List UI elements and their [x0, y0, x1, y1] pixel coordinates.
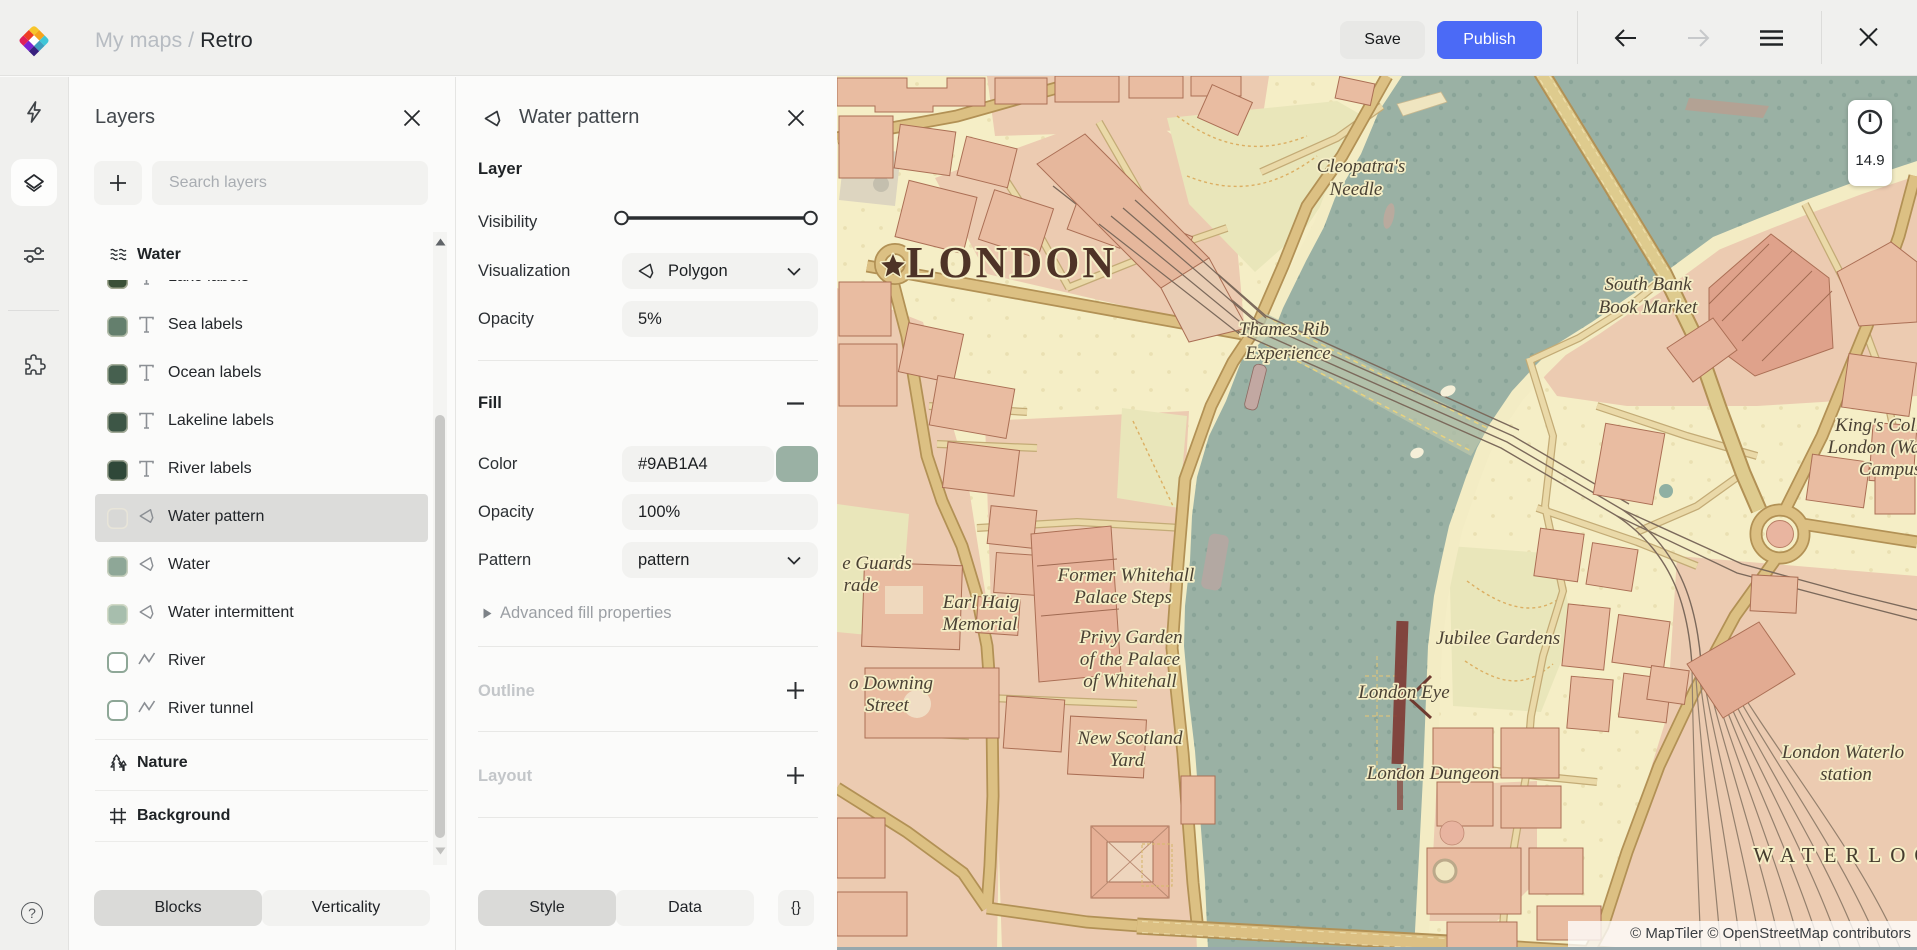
svg-text:King's Coll: King's Coll — [1834, 415, 1917, 436]
svg-text:London Dungeon: London Dungeon — [1366, 763, 1499, 784]
svg-text:Book Market: Book Market — [1599, 297, 1698, 318]
svg-text:South Bank: South Bank — [1604, 274, 1692, 295]
svg-text:Memorial: Memorial — [942, 614, 1018, 635]
svg-text:of Whitehall: of Whitehall — [1083, 671, 1176, 692]
svg-text:New Scotland: New Scotland — [1076, 728, 1183, 749]
svg-text:London (Wa: London (Wa — [1827, 437, 1917, 458]
svg-text:rade: rade — [844, 575, 879, 596]
svg-text:Jubilee Gardens: Jubilee Gardens — [1436, 628, 1560, 649]
svg-text:London Waterlo: London Waterlo — [1781, 742, 1904, 763]
svg-text:WATERLOO: WATERLOO — [1753, 843, 1917, 867]
svg-text:Cleopatra's: Cleopatra's — [1317, 156, 1406, 177]
svg-text:Street: Street — [865, 695, 909, 716]
svg-text:station: station — [1820, 764, 1872, 785]
svg-text:Yard: Yard — [1110, 750, 1145, 771]
svg-text:Thames Rib: Thames Rib — [1239, 319, 1329, 340]
svg-text:Palace Steps: Palace Steps — [1073, 587, 1172, 608]
svg-text:London Eye: London Eye — [1357, 682, 1449, 703]
svg-text:Needle: Needle — [1329, 179, 1383, 200]
svg-text:LONDON: LONDON — [906, 238, 1117, 287]
svg-text:Former Whitehall: Former Whitehall — [1057, 565, 1195, 586]
svg-text:of the Palace: of the Palace — [1080, 649, 1180, 670]
svg-text:Campus: Campus — [1859, 459, 1917, 480]
svg-text:Experience: Experience — [1244, 343, 1330, 364]
svg-text:Earl Haig: Earl Haig — [942, 592, 1020, 613]
svg-text:o Downing: o Downing — [849, 673, 933, 694]
svg-text:Privy Garden: Privy Garden — [1078, 627, 1182, 648]
svg-text:e Guards: e Guards — [842, 553, 912, 574]
